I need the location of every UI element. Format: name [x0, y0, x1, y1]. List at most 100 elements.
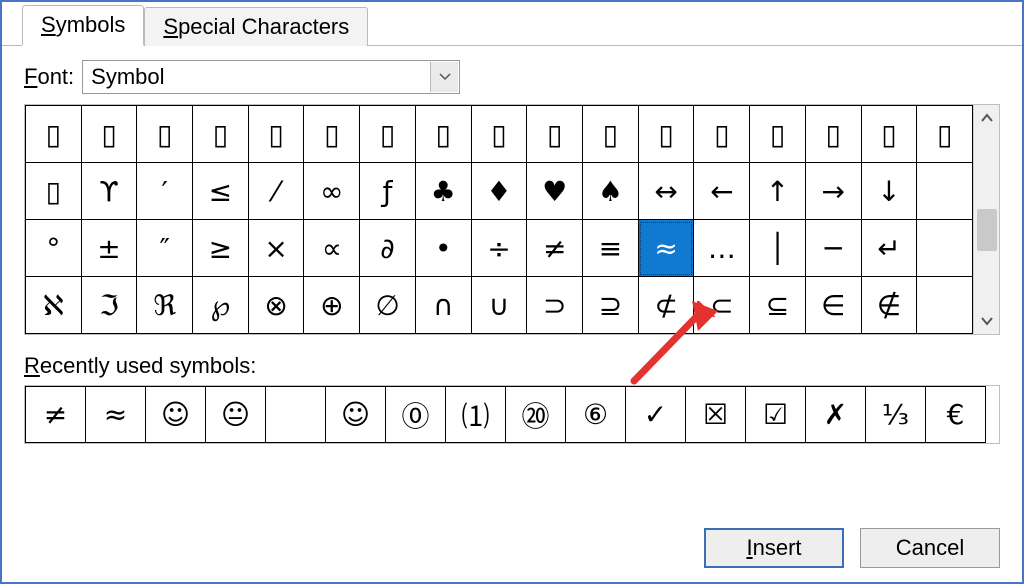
symbol-cell[interactable]: ▯ — [248, 106, 304, 163]
symbol-grid: ▯▯▯▯▯▯▯▯▯▯▯▯▯▯▯▯▯▯ϒ′≤⁄∞ƒ♣♦♥♠↔←↑→↓°±″≥×∝∂… — [25, 105, 973, 334]
symbol-cell[interactable]: ≤ — [193, 163, 249, 220]
symbol-cell[interactable] — [917, 163, 973, 220]
symbol-cell[interactable] — [917, 220, 973, 277]
symbol-cell[interactable]: ▯ — [638, 106, 694, 163]
tab-symbols[interactable]: Symbols — [22, 5, 144, 46]
font-row: Font: Symbol — [24, 60, 1000, 94]
symbol-cell[interactable]: ∝ — [304, 220, 360, 277]
symbol-cell[interactable]: • — [415, 220, 471, 277]
symbol-cell[interactable]: ♦ — [471, 163, 527, 220]
recent-symbol-cell[interactable]: ✓ — [626, 387, 686, 443]
symbol-cell[interactable]: ∉ — [861, 277, 917, 334]
scroll-up-button[interactable] — [974, 105, 999, 131]
insert-button[interactable]: Insert — [704, 528, 844, 568]
button-row: Insert Cancel — [704, 528, 1000, 568]
symbol-cell[interactable]: ℜ — [137, 277, 193, 334]
symbol-cell[interactable]: ▯ — [527, 106, 583, 163]
tab-special-characters[interactable]: Special Characters — [144, 7, 368, 46]
symbol-cell[interactable]: ⊕ — [304, 277, 360, 334]
symbol-cell[interactable]: ℘ — [193, 277, 249, 334]
symbol-cell[interactable]: ⁄ — [248, 163, 304, 220]
symbol-cell[interactable]: ▯ — [583, 106, 639, 163]
recent-symbol-cell[interactable]: ⑴ — [446, 387, 506, 443]
symbol-cell[interactable]: ⊂ — [694, 277, 750, 334]
symbol-cell[interactable]: → — [805, 163, 861, 220]
symbol-cell[interactable]: ∂ — [360, 220, 416, 277]
symbol-cell[interactable]: ″ — [137, 220, 193, 277]
recent-symbol-cell[interactable]: ⓪ — [386, 387, 446, 443]
symbol-cell[interactable]: │ — [750, 220, 806, 277]
symbol-cell[interactable]: ⊇ — [583, 277, 639, 334]
symbol-cell[interactable]: ▯ — [917, 106, 973, 163]
symbol-cell[interactable]: ▯ — [26, 163, 82, 220]
recent-symbol-cell[interactable] — [266, 387, 326, 443]
symbol-cell[interactable]: ⊄ — [638, 277, 694, 334]
tab-symbols-rest: ymbols — [56, 12, 126, 37]
symbol-cell[interactable]: ⊆ — [750, 277, 806, 334]
font-select[interactable]: Symbol — [82, 60, 460, 94]
symbol-grid-wrap: ▯▯▯▯▯▯▯▯▯▯▯▯▯▯▯▯▯▯ϒ′≤⁄∞ƒ♣♦♥♠↔←↑→↓°±″≥×∝∂… — [24, 104, 1000, 335]
recent-symbol-cell[interactable]: ✗ — [806, 387, 866, 443]
symbol-cell[interactable]: ≠ — [527, 220, 583, 277]
symbol-cell[interactable]: ▯ — [750, 106, 806, 163]
symbol-cell[interactable]: … — [694, 220, 750, 277]
recent-symbol-cell[interactable]: 😐 — [206, 387, 266, 443]
recent-symbol-cell[interactable]: ≠ — [26, 387, 86, 443]
symbol-cell[interactable]: ▯ — [861, 106, 917, 163]
symbol-cell[interactable]: ▯ — [471, 106, 527, 163]
symbol-cell[interactable]: ′ — [137, 163, 193, 220]
symbol-cell[interactable]: ∞ — [304, 163, 360, 220]
recent-symbol-cell[interactable]: ☺ — [146, 387, 206, 443]
symbol-cell[interactable]: ↔ — [638, 163, 694, 220]
symbol-cell[interactable]: ↑ — [750, 163, 806, 220]
symbol-cell[interactable]: ℑ — [81, 277, 137, 334]
recent-symbol-cell[interactable]: ☑ — [746, 387, 806, 443]
recent-symbol-cell[interactable]: ≈ — [86, 387, 146, 443]
symbol-cell[interactable]: ▯ — [694, 106, 750, 163]
symbol-cell[interactable]: ℵ — [26, 277, 82, 334]
symbol-cell[interactable]: ± — [81, 220, 137, 277]
recent-symbol-cell[interactable]: ⑥ — [566, 387, 626, 443]
symbol-cell[interactable] — [917, 277, 973, 334]
symbol-cell[interactable]: ƒ — [360, 163, 416, 220]
font-select-dropdown-button[interactable] — [430, 62, 458, 92]
symbol-cell[interactable]: ▯ — [137, 106, 193, 163]
recent-symbol-cell[interactable]: ☒ — [686, 387, 746, 443]
symbol-cell[interactable]: ≥ — [193, 220, 249, 277]
symbol-cell[interactable]: ▯ — [81, 106, 137, 163]
symbol-grid-scrollbar[interactable] — [973, 105, 999, 334]
symbol-cell[interactable]: × — [248, 220, 304, 277]
symbol-cell[interactable]: ↵ — [861, 220, 917, 277]
symbol-cell[interactable]: ∪ — [471, 277, 527, 334]
symbol-cell[interactable]: ▯ — [26, 106, 82, 163]
symbol-cell[interactable]: ─ — [805, 220, 861, 277]
recent-symbol-cell[interactable]: € — [926, 387, 986, 443]
symbol-cell[interactable]: ϒ — [81, 163, 137, 220]
recent-symbol-cell[interactable]: ⑳ — [506, 387, 566, 443]
symbol-cell[interactable]: ∩ — [415, 277, 471, 334]
scroll-thumb[interactable] — [977, 209, 997, 251]
symbol-cell[interactable]: ∈ — [805, 277, 861, 334]
symbol-cell[interactable]: ▯ — [193, 106, 249, 163]
symbol-cell[interactable]: ♠ — [583, 163, 639, 220]
symbol-cell[interactable]: ♥ — [527, 163, 583, 220]
symbol-cell[interactable]: ← — [694, 163, 750, 220]
symbol-cell[interactable]: ↓ — [861, 163, 917, 220]
symbol-cell[interactable]: ≡ — [583, 220, 639, 277]
symbol-cell[interactable]: ° — [26, 220, 82, 277]
symbol-cell[interactable]: ⊃ — [527, 277, 583, 334]
symbol-cell[interactable]: ≈ — [638, 220, 694, 277]
symbol-cell[interactable]: ∅ — [360, 277, 416, 334]
symbol-cell[interactable]: ▯ — [805, 106, 861, 163]
symbol-cell[interactable]: ⊗ — [248, 277, 304, 334]
cancel-button[interactable]: Cancel — [860, 528, 1000, 568]
symbol-cell[interactable]: ÷ — [471, 220, 527, 277]
recent-symbol-cell[interactable]: ☺ — [326, 387, 386, 443]
symbol-cell[interactable]: ▯ — [360, 106, 416, 163]
symbol-cell[interactable]: ▯ — [304, 106, 360, 163]
symbol-cell[interactable]: ♣ — [415, 163, 471, 220]
symbol-cell[interactable]: ▯ — [415, 106, 471, 163]
tab-symbols-accel: S — [41, 12, 56, 37]
recent-symbol-cell[interactable]: ⅓ — [866, 387, 926, 443]
scroll-down-button[interactable] — [974, 308, 999, 334]
